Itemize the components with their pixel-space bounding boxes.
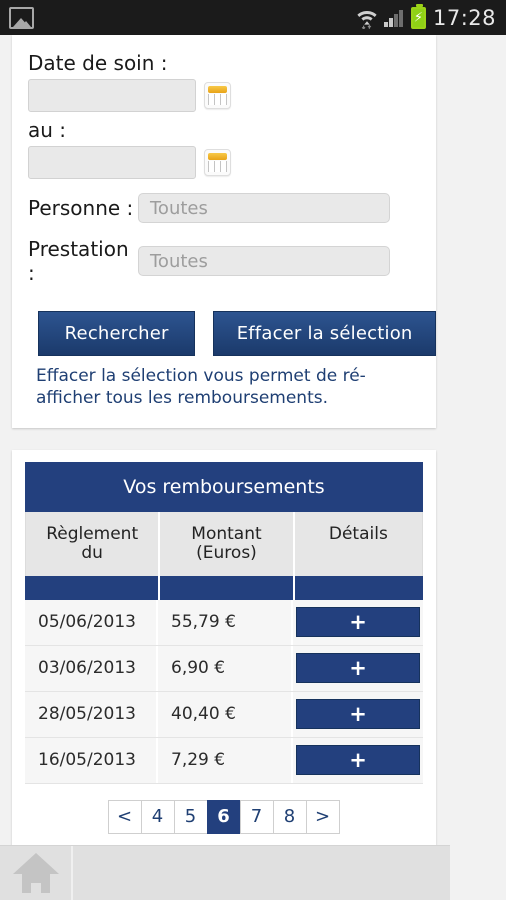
rechercher-button[interactable]: Rechercher [38, 311, 196, 356]
status-bar-left [0, 6, 34, 29]
cell-date: 16/05/2013 [25, 737, 158, 783]
search-form-card: Date de soin : au : Personne : Toutes Pr… [12, 35, 436, 428]
table-row: 05/06/2013 55,79 € + [25, 599, 423, 646]
date-from-input[interactable] [28, 79, 196, 112]
details-plus-button[interactable]: + [296, 653, 420, 684]
personne-select[interactable]: Toutes [138, 193, 390, 223]
battery-bolt-icon: ⚡ [413, 10, 424, 25]
column-header-details-line1: Détails [328, 523, 388, 544]
cell-details: + [293, 699, 423, 730]
results-table: Vos remboursements Règlement du Montant … [12, 461, 436, 834]
calendar-icon-to[interactable] [204, 149, 231, 176]
cell-date: 03/06/2013 [25, 645, 158, 691]
details-plus-button[interactable]: + [296, 607, 420, 638]
calendar-icon-grid [208, 94, 227, 105]
gallery-icon [9, 6, 34, 29]
battery-charging-icon: ⚡ [410, 3, 426, 29]
calendar-icon-header [208, 153, 227, 160]
bottom-navigation-bar [0, 845, 450, 900]
results-table-separator [25, 575, 423, 600]
pagination-page-8[interactable]: 8 [272, 799, 307, 834]
cell-date: 05/06/2013 [25, 599, 158, 645]
effacer-la-selection-button[interactable]: Effacer la sélection [213, 311, 436, 356]
signal-icon [383, 9, 404, 27]
results-card: Vos remboursements Règlement du Montant … [12, 449, 436, 848]
prestation-row: Prestation : Toutes [12, 237, 436, 285]
cell-amount: 7,29 € [158, 737, 293, 783]
cell-amount: 40,40 € [158, 691, 293, 737]
prestation-select[interactable]: Toutes [138, 246, 390, 276]
personne-label: Personne : [28, 196, 134, 220]
results-table-header-row: Règlement du Montant (Euros) Détails [25, 511, 423, 576]
pagination-next[interactable]: > [305, 799, 340, 834]
pagination-page-6-current[interactable]: 6 [206, 799, 241, 834]
column-header-reglement: Règlement du [26, 512, 158, 576]
column-header-montant: Montant (Euros) [158, 511, 292, 576]
column-header-reglement-line2: du [81, 542, 103, 563]
cell-amount: 55,79 € [158, 599, 293, 645]
pagination-page-5[interactable]: 5 [173, 799, 208, 834]
calendar-icon-from[interactable] [204, 82, 231, 109]
pagination-prev[interactable]: < [107, 799, 142, 834]
form-actions: Rechercher Effacer la sélection [12, 285, 436, 356]
date-from-row [12, 79, 436, 112]
page-body: Date de soin : au : Personne : Toutes Pr… [0, 35, 506, 900]
column-header-reglement-line1: Règlement [46, 523, 139, 544]
results-table-title: Vos remboursements [25, 461, 423, 512]
form-help-text: Effacer la sélection vous permet de ré-a… [36, 366, 366, 408]
home-icon [12, 853, 59, 893]
android-status-bar: ⚡ 17:28 [0, 0, 506, 35]
cell-details: + [293, 653, 423, 684]
details-plus-button[interactable]: + [296, 745, 420, 776]
calendar-icon-header [208, 86, 227, 93]
pagination-page-7[interactable]: 7 [239, 799, 274, 834]
date-to-row [12, 146, 436, 179]
home-button[interactable] [0, 846, 73, 900]
prestation-label: Prestation : [28, 237, 129, 285]
pagination: < 4 5 6 7 8 > [25, 799, 423, 834]
pagination-page-4[interactable]: 4 [140, 799, 175, 834]
table-row: 16/05/2013 7,29 € + [25, 737, 423, 784]
details-plus-button[interactable]: + [296, 699, 420, 730]
calendar-icon-grid [208, 161, 227, 172]
personne-row: Personne : Toutes [12, 193, 436, 223]
cell-amount: 6,90 € [158, 645, 293, 691]
cell-date: 28/05/2013 [25, 691, 158, 737]
cell-details: + [293, 607, 423, 638]
wifi-icon [357, 7, 377, 30]
date-to-input[interactable] [28, 146, 196, 179]
column-header-montant-line1: Montant [191, 523, 262, 544]
cell-details: + [293, 745, 423, 776]
status-bar-clock: 17:28 [432, 5, 496, 30]
column-header-details: Détails [292, 511, 422, 576]
table-row: 28/05/2013 40,40 € + [25, 691, 423, 738]
column-header-montant-line2: (Euros) [196, 542, 257, 563]
date-au-label: au : [28, 118, 67, 142]
date-de-soin-label: Date de soin : [28, 51, 168, 75]
status-bar-right: ⚡ 17:28 [357, 3, 506, 30]
table-row: 03/06/2013 6,90 € + [25, 645, 423, 692]
